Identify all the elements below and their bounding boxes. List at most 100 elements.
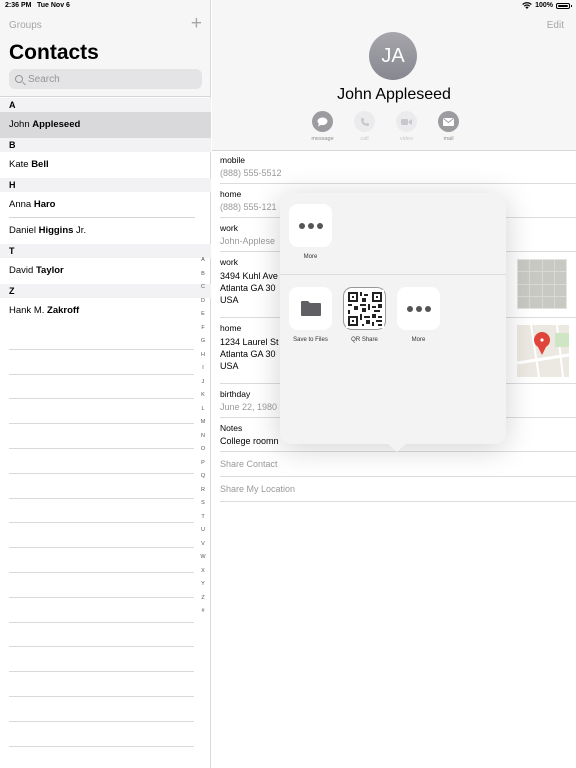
index-letter[interactable]: P xyxy=(197,457,209,471)
index-letter[interactable]: Y xyxy=(197,578,209,592)
index-letter[interactable]: K xyxy=(197,389,209,403)
index-letter[interactable]: A xyxy=(197,254,209,268)
index-letter[interactable]: U xyxy=(197,524,209,538)
last-name: Taylor xyxy=(35,265,64,276)
contact-row-daniel-higgins[interactable]: Daniel Higgins Jr. xyxy=(0,218,211,244)
index-letter[interactable]: F xyxy=(197,322,209,336)
contact-name: John Appleseed xyxy=(337,86,451,103)
contact-row-anna-haro[interactable]: Anna Haro xyxy=(0,192,211,218)
index-letter[interactable]: O xyxy=(197,443,209,457)
home-map-thumbnail[interactable] xyxy=(517,325,569,377)
qr-share-action[interactable]: QR Share xyxy=(343,287,386,343)
search-input[interactable]: Search xyxy=(9,69,202,89)
index-letter[interactable]: # xyxy=(197,605,209,619)
index-letter[interactable]: V xyxy=(197,538,209,552)
contact-actions: message call video mail xyxy=(311,111,459,142)
share-more-bottom[interactable]: More xyxy=(397,287,440,343)
phone-icon xyxy=(354,111,375,132)
section-index[interactable]: A B C D E F G H I J K L M N O P Q R S T … xyxy=(197,254,209,619)
index-letter[interactable]: Z xyxy=(197,592,209,606)
index-letter[interactable]: I xyxy=(197,362,209,376)
first-name: Daniel xyxy=(9,225,39,236)
folder-icon xyxy=(289,287,332,330)
sidebar-header: Groups + Contacts Search xyxy=(0,0,210,97)
index-letter[interactable]: E xyxy=(197,308,209,322)
contact-row-hank-zakroff[interactable]: Hank M. Zakroff xyxy=(0,298,211,324)
index-letter[interactable]: G xyxy=(197,335,209,349)
last-name: Appleseed xyxy=(32,119,81,130)
index-letter[interactable]: H xyxy=(197,349,209,363)
index-letter[interactable]: S xyxy=(197,497,209,511)
index-letter[interactable]: B xyxy=(197,268,209,282)
more-icon xyxy=(289,204,332,247)
popover-arrow xyxy=(388,444,406,452)
mail-icon xyxy=(438,111,459,132)
message-icon xyxy=(312,111,333,132)
message-label: message xyxy=(311,136,334,142)
battery-percent: 100% xyxy=(535,2,553,9)
edit-button[interactable]: Edit xyxy=(547,20,564,31)
section-header-z: Z xyxy=(0,284,211,298)
status-right: 100% xyxy=(522,2,572,9)
index-letter[interactable]: W xyxy=(197,551,209,565)
first-name: Anna xyxy=(9,199,34,210)
battery-icon xyxy=(556,2,572,9)
search-icon xyxy=(15,75,23,83)
page-title: Contacts xyxy=(9,41,99,64)
index-letter[interactable]: C xyxy=(197,281,209,295)
message-action[interactable]: message xyxy=(311,111,334,142)
index-letter[interactable]: T xyxy=(197,511,209,525)
index-letter[interactable]: Q xyxy=(197,470,209,484)
wifi-icon xyxy=(522,2,532,9)
section-header-a: A xyxy=(0,98,211,112)
index-letter[interactable]: N xyxy=(197,430,209,444)
index-letter[interactable]: D xyxy=(197,295,209,309)
tile-label: More xyxy=(303,254,318,260)
call-label: call xyxy=(360,136,369,142)
contact-row-kate-bell[interactable]: Kate Bell xyxy=(0,152,211,178)
index-letter[interactable]: R xyxy=(197,484,209,498)
share-more-top[interactable]: More xyxy=(289,204,332,260)
video-action[interactable]: video xyxy=(396,111,417,142)
contacts-list: A John Appleseed B Kate Bell H Anna Haro… xyxy=(0,98,211,324)
empty-row-lines xyxy=(9,325,194,747)
field-label: mobile xyxy=(220,155,246,165)
status-date: Tue Nov 6 xyxy=(37,2,70,9)
section-header-b: B xyxy=(0,138,211,152)
mail-action[interactable]: mail xyxy=(438,111,459,142)
share-sheet: More Save to Files QR Share More xyxy=(280,193,506,452)
call-action[interactable]: call xyxy=(354,111,375,142)
add-contact-button[interactable]: + xyxy=(191,13,202,35)
share-location-button[interactable]: Share My Location xyxy=(220,484,295,494)
index-letter[interactable]: X xyxy=(197,565,209,579)
mobile-field[interactable]: mobile (888) 555-5512 xyxy=(220,155,570,178)
video-icon xyxy=(396,111,417,132)
video-label: video xyxy=(399,136,414,142)
contact-row-john-appleseed[interactable]: John Appleseed xyxy=(0,112,211,138)
divider xyxy=(280,274,506,275)
status-time: 2:36 PM xyxy=(5,2,32,9)
tile-label: More xyxy=(411,337,426,343)
more-icon xyxy=(397,287,440,330)
contact-header: Edit JA John Appleseed message call vide… xyxy=(212,0,576,151)
qr-code-icon xyxy=(343,287,386,330)
share-contact-button[interactable]: Share Contact xyxy=(220,459,278,469)
mail-label: mail xyxy=(443,136,454,142)
last-name: Haro xyxy=(33,199,56,210)
last-name: Higgins xyxy=(38,225,74,236)
work-map-thumbnail[interactable] xyxy=(517,259,567,309)
section-header-t: T xyxy=(0,244,211,258)
index-letter[interactable]: M xyxy=(197,416,209,430)
first-name: Hank M. xyxy=(9,305,48,316)
index-letter[interactable]: J xyxy=(197,376,209,390)
last-name: Bell xyxy=(31,159,49,170)
contact-row-david-taylor[interactable]: David Taylor xyxy=(0,258,211,284)
groups-button[interactable]: Groups xyxy=(9,20,42,31)
save-to-files-action[interactable]: Save to Files xyxy=(289,287,332,343)
avatar: JA xyxy=(369,32,417,80)
index-letter[interactable]: L xyxy=(197,403,209,417)
last-name: Zakroff xyxy=(47,305,80,316)
contacts-sidebar: Groups + Contacts Search A John Applesee… xyxy=(0,0,211,768)
first-name: John xyxy=(9,119,33,130)
first-name: David xyxy=(9,265,36,276)
